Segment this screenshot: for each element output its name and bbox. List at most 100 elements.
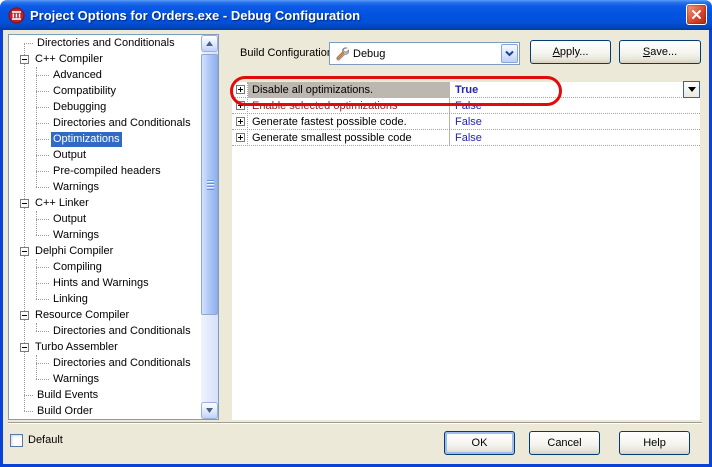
tree-connector [36,155,49,156]
tree-item-label: Warnings [51,180,101,195]
tree-connector [24,411,33,412]
tree-connector [36,171,49,172]
tree-item-warnings[interactable]: Warnings [9,179,201,195]
tree-item-pre-compiled-headers[interactable]: Pre-compiled headers [9,163,201,179]
tree-item-compiling[interactable]: Compiling [9,259,201,275]
tree-item-label: Optimizations [51,132,122,147]
tree-item-label: Directories and Conditionals [51,356,193,371]
collapse-minus-icon[interactable] [20,343,29,352]
tree-item-label: Resource Compiler [33,308,131,323]
ok-button[interactable]: OK [444,431,515,455]
tree-item-optimizations[interactable]: Optimizations [9,131,201,147]
property-value[interactable]: False [450,115,700,129]
tree-item-linking[interactable]: Linking [9,291,201,307]
tree-item-delphi-compiler[interactable]: Delphi Compiler [9,243,201,259]
tree-item-label: Compiling [51,260,104,275]
tree-item-output[interactable]: Output [9,147,201,163]
tree-connector [36,379,49,380]
tree-item-label: Directories and Conditionals [35,36,177,51]
tree-connector [24,395,33,396]
tree-item-directories-and-conditionals[interactable]: Directories and Conditionals [9,323,201,339]
titlebar[interactable]: Project Options for Orders.exe - Debug C… [0,0,712,30]
tree-connector [24,43,33,44]
property-row-generate-smallest-possible-code[interactable]: Generate smallest possible codeFalse [232,130,700,146]
property-row-generate-fastest-possible-code[interactable]: Generate fastest possible code.False [232,114,700,130]
tree-item-c-linker[interactable]: C++ Linker [9,195,201,211]
collapse-minus-icon[interactable] [20,199,29,208]
cancel-button[interactable]: Cancel [529,431,600,455]
tree-connector [36,187,49,188]
property-value[interactable]: False [450,131,700,145]
collapse-minus-icon[interactable] [20,311,29,320]
tree-connector [36,219,49,220]
tree-item-output[interactable]: Output [9,211,201,227]
tree-item-directories-and-conditionals[interactable]: Directories and Conditionals [9,35,201,51]
tree-item-label: Build Order [35,404,95,419]
window-title: Project Options for Orders.exe - Debug C… [30,8,360,23]
collapse-minus-icon[interactable] [20,247,29,256]
tree-item-directories-and-conditionals[interactable]: Directories and Conditionals [9,115,201,131]
tree-item-label: Compatibility [51,84,118,99]
tree-item-resource-compiler[interactable]: Resource Compiler [9,307,201,323]
tree-item-compatibility[interactable]: Compatibility [9,83,201,99]
wrench-icon [334,46,349,61]
tree-item-advanced[interactable]: Advanced [9,67,201,83]
chevron-down-icon [505,50,514,57]
property-grid: Disable all optimizations.TrueEnable sel… [232,82,700,420]
thumb-grip-icon [207,180,214,190]
tree-item-directories-and-conditionals[interactable]: Directories and Conditionals [9,355,201,371]
tree-item-label: C++ Linker [33,196,91,211]
collapse-minus-icon[interactable] [20,55,29,64]
property-name: Generate fastest possible code. [248,114,450,130]
tree-item-build-order[interactable]: Build Order [9,403,201,419]
build-configuration-value: Debug [353,48,519,60]
close-button[interactable] [686,4,707,25]
tree-item-c-compiler[interactable]: C++ Compiler [9,51,201,67]
tree-connector [36,107,49,108]
default-checkbox[interactable] [10,434,23,447]
scroll-up-button[interactable] [201,35,218,52]
help-button[interactable]: Help [619,431,690,455]
tree-item-build-events[interactable]: Build Events [9,387,201,403]
tree-item-label: Turbo Assembler [33,340,120,355]
property-name: Generate smallest possible code [248,130,450,146]
tree-item-debugging[interactable]: Debugging [9,99,201,115]
tree-item-label: Pre-compiled headers [51,164,163,179]
scrollbar-thumb[interactable] [201,54,218,315]
red-highlight-annotation [230,76,562,106]
tree-item-label: Delphi Compiler [33,244,115,259]
save-button[interactable]: Save... [619,40,701,64]
tree-item-label: Debugging [51,100,108,115]
tree-connector [36,363,49,364]
window-frame: Directories and ConditionalsC++ Compiler… [0,30,712,467]
tree-item-label: Output [51,212,88,227]
value-dropdown-button[interactable] [683,81,700,98]
tree-item-warnings[interactable]: Warnings [9,371,201,387]
expand-plus-icon[interactable] [236,133,245,142]
dropdown-arrow-icon [688,87,696,92]
tree-item-label: Directories and Conditionals [51,324,193,339]
apply-button[interactable]: Apply... [530,40,611,64]
build-configuration-label: Build Configuration [240,47,333,59]
tree-connector [36,91,49,92]
tree-scrollbar[interactable] [201,35,218,419]
options-tree-panel: Directories and ConditionalsC++ Compiler… [8,34,219,420]
tree-connector [36,299,49,300]
tree-item-label: Output [51,148,88,163]
scroll-down-button[interactable] [201,402,218,419]
tree-connector [36,123,49,124]
tree-item-warnings[interactable]: Warnings [9,227,201,243]
tree-connector [36,235,49,236]
tree-item-hints-and-warnings[interactable]: Hints and Warnings [9,275,201,291]
tree-item-label: Advanced [51,68,104,83]
expand-plus-icon[interactable] [236,117,245,126]
dialog-client-area: Directories and ConditionalsC++ Compiler… [3,30,709,464]
project-options-dialog: Project Options for Orders.exe - Debug C… [0,0,712,467]
tree-connector [36,331,49,332]
tree-item-turbo-assembler[interactable]: Turbo Assembler [9,339,201,355]
tree-connector [36,267,49,268]
close-icon [691,9,702,20]
combo-dropdown-button[interactable] [501,44,518,63]
build-configuration-combobox[interactable]: Debug [329,42,520,65]
options-tree: Directories and ConditionalsC++ Compiler… [9,35,201,419]
